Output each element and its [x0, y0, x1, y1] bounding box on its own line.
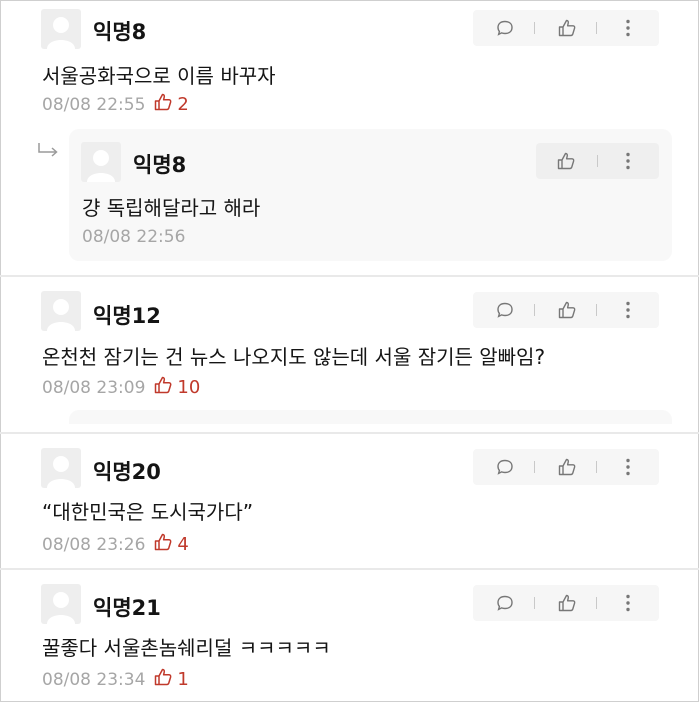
comment-meta: 08/08 23:26 4 — [42, 532, 189, 557]
action-divider — [597, 155, 598, 167]
vote-button[interactable] — [546, 143, 586, 179]
comment-time: 08/08 23:26 — [42, 534, 146, 555]
more-vertical-icon — [626, 301, 630, 319]
comment-meta: 08/08 23:09 10 — [42, 375, 200, 400]
thumbs-up-icon — [153, 667, 173, 692]
thumbs-up-icon — [558, 594, 576, 612]
more-vertical-icon — [626, 152, 630, 170]
reply-button[interactable] — [485, 10, 525, 46]
comment-actions — [473, 449, 659, 485]
reply-button[interactable] — [485, 449, 525, 485]
action-divider — [534, 461, 535, 473]
more-button[interactable] — [608, 143, 648, 179]
comment-divider — [0, 432, 699, 434]
vote-button[interactable] — [547, 449, 587, 485]
vote-count: 4 — [177, 534, 189, 555]
speech-bubble-icon — [497, 20, 513, 36]
action-divider — [534, 22, 535, 34]
author-name[interactable]: 익명20 — [93, 456, 161, 486]
vote-button[interactable] — [547, 10, 587, 46]
comment-text: 온천천 잠기는 건 뉴스 나오지도 않는데 서울 잠기든 알빠임? — [42, 345, 546, 369]
comment-actions — [473, 10, 659, 46]
reply-card: 익명8 걍 독립해달라고 해라 08/08 22:56 — [69, 129, 672, 261]
comment-meta: 08/08 22:55 2 — [42, 92, 189, 117]
reply-button[interactable] — [485, 585, 525, 621]
collapsed-reply — [69, 410, 672, 424]
reply-meta: 08/08 22:56 — [82, 227, 185, 247]
thumbs-up-icon — [558, 458, 576, 476]
comment-meta: 08/08 23:34 1 — [42, 667, 189, 692]
author-name[interactable]: 익명12 — [93, 300, 161, 330]
comment-actions — [473, 585, 659, 621]
avatar-icon[interactable] — [41, 291, 81, 331]
action-divider — [596, 461, 597, 473]
more-vertical-icon — [626, 458, 630, 476]
comment-divider — [0, 568, 699, 570]
thumbs-up-icon — [153, 92, 173, 117]
comment-text: 꿀좋다 서울촌놈쉐리덜 ㅋㅋㅋㅋㅋ — [42, 636, 331, 660]
comment-actions — [473, 292, 659, 328]
thumbs-up-icon — [153, 532, 173, 557]
reply-arrow-icon — [36, 141, 62, 165]
vote-button[interactable] — [547, 292, 587, 328]
vote-count: 1 — [177, 669, 189, 690]
reply-time: 08/08 22:56 — [82, 227, 186, 247]
author-name[interactable]: 익명8 — [93, 16, 146, 46]
more-button[interactable] — [608, 449, 648, 485]
comment-divider — [0, 275, 699, 277]
reply-actions — [536, 143, 659, 179]
action-divider — [534, 304, 535, 316]
action-divider — [534, 597, 535, 609]
more-button[interactable] — [608, 585, 648, 621]
comment-time: 08/08 23:34 — [42, 669, 146, 690]
more-vertical-icon — [626, 594, 630, 612]
thumbs-up-icon — [153, 375, 173, 400]
vote-count: 2 — [177, 94, 189, 115]
speech-bubble-icon — [497, 302, 513, 318]
comment-text: 서울공화국으로 이름 바꾸자 — [42, 64, 276, 88]
more-vertical-icon — [626, 19, 630, 37]
action-divider — [596, 22, 597, 34]
comment-text: “대한민국은 도시국가다” — [42, 500, 254, 524]
action-divider — [596, 304, 597, 316]
thumbs-up-icon — [558, 19, 576, 37]
speech-bubble-icon — [497, 595, 513, 611]
avatar-icon[interactable] — [81, 142, 121, 182]
more-button[interactable] — [608, 10, 648, 46]
thumbs-up-icon — [557, 152, 575, 170]
author-name[interactable]: 익명21 — [93, 592, 161, 622]
avatar-icon[interactable] — [41, 448, 81, 488]
vote-count: 10 — [177, 377, 201, 398]
comment-time: 08/08 23:09 — [42, 377, 146, 398]
reply-button[interactable] — [485, 292, 525, 328]
avatar-icon[interactable] — [41, 584, 81, 624]
comment-time: 08/08 22:55 — [42, 94, 146, 115]
reply-text: 걍 독립해달라고 해라 — [82, 196, 261, 220]
avatar-icon[interactable] — [41, 9, 81, 49]
action-divider — [596, 597, 597, 609]
thumbs-up-icon — [558, 301, 576, 319]
more-button[interactable] — [608, 292, 648, 328]
reply-author-name[interactable]: 익명8 — [133, 149, 186, 179]
vote-button[interactable] — [547, 585, 587, 621]
speech-bubble-icon — [497, 459, 513, 475]
